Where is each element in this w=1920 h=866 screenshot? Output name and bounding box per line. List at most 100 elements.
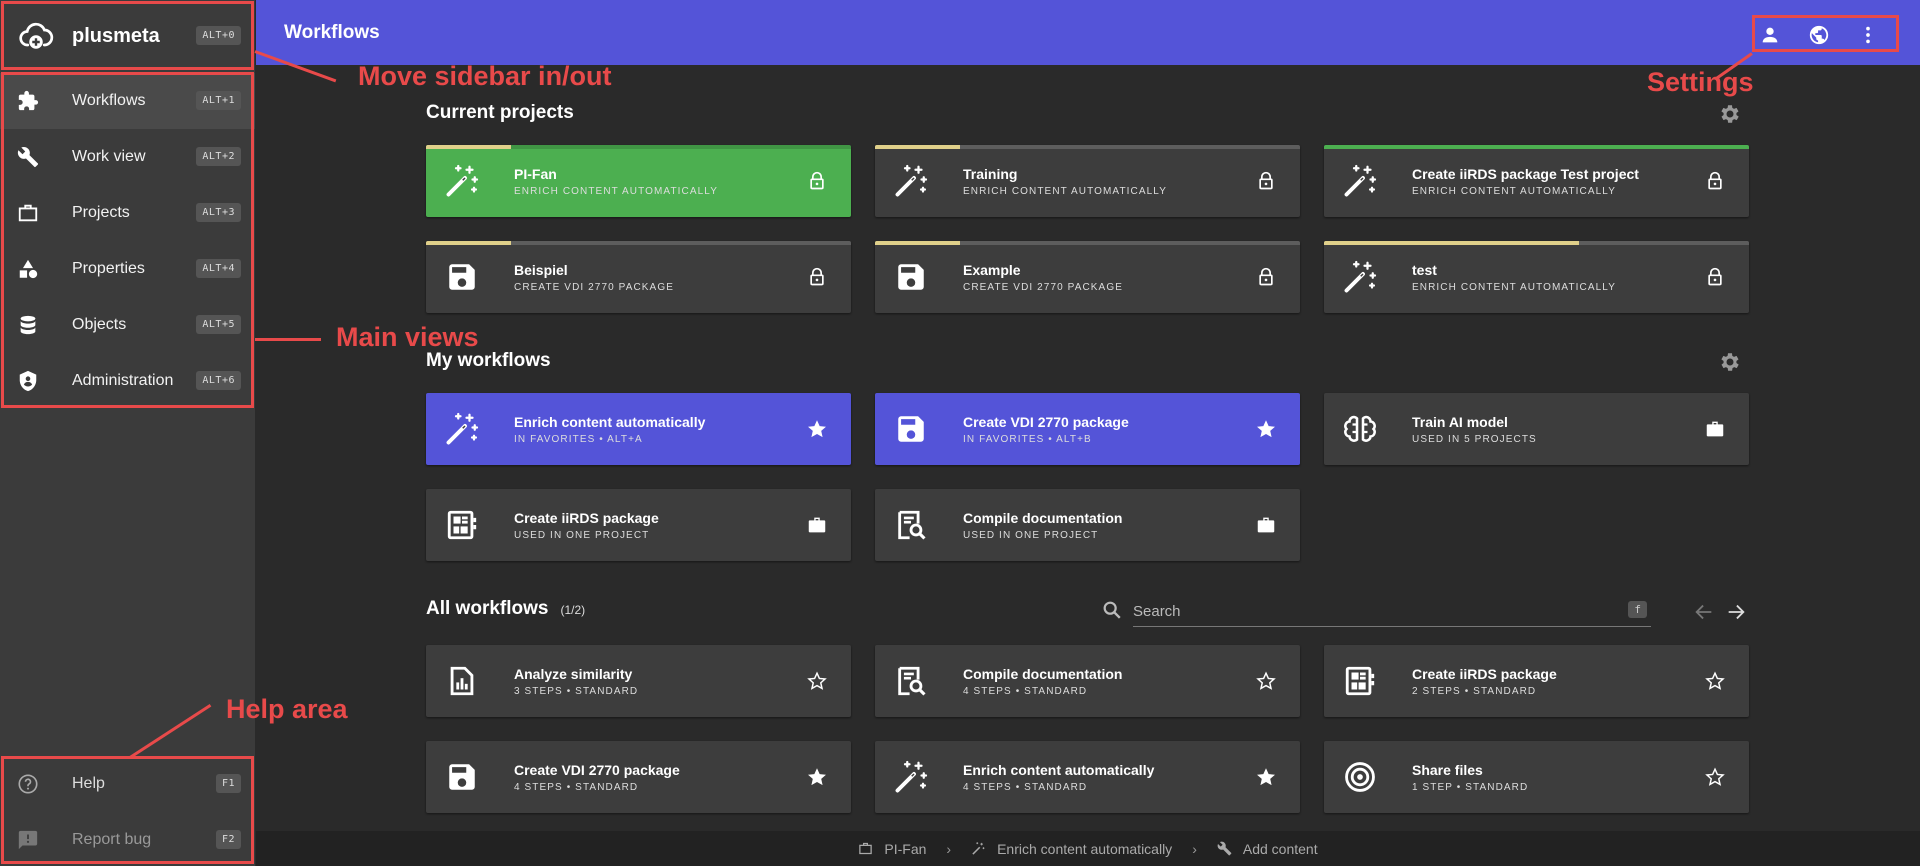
workflow-card[interactable]: Beispiel CREATE VDI 2770 PACKAGE: [426, 241, 851, 313]
page-title: Workflows: [284, 22, 380, 43]
star-outline-icon[interactable]: [1703, 669, 1727, 693]
workflow-card[interactable]: Share files 1 STEP • STANDARD: [1324, 741, 1749, 813]
gear-icon[interactable]: [1718, 102, 1742, 126]
globe-icon[interactable]: [1806, 22, 1832, 48]
briefcase-filled-icon[interactable]: [1703, 417, 1727, 441]
cloud-plus-icon: [19, 22, 54, 49]
sidebar-toggle[interactable]: plusmeta ALT+0: [0, 0, 255, 72]
arrow-left-icon[interactable]: [1691, 599, 1717, 625]
workflow-card[interactable]: Train AI model USED IN 5 PROJECTS: [1324, 393, 1749, 465]
star-filled-icon[interactable]: [1254, 417, 1278, 441]
sidebar-item-label: Work view: [72, 148, 146, 165]
workflow-card[interactable]: Analyze similarity 3 STEPS • STANDARD: [426, 645, 851, 717]
card-subtitle: CREATE VDI 2770 PACKAGE: [514, 282, 674, 293]
workflow-card[interactable]: Training ENRICH CONTENT AUTOMATICALLY: [875, 145, 1300, 217]
card-subtitle: USED IN 5 PROJECTS: [1412, 434, 1537, 445]
progress-fill: [426, 241, 511, 245]
sidebar-item-label: Properties: [72, 260, 145, 277]
card-subtitle: 1 STEP • STANDARD: [1412, 782, 1529, 793]
sidebar-item-workflows[interactable]: Workflows ALT+1: [0, 73, 255, 129]
magic-wand-icon: [1340, 161, 1380, 201]
star-outline-icon[interactable]: [805, 669, 829, 693]
arrow-right-icon[interactable]: [1723, 599, 1749, 625]
card-title: Enrich content automatically: [963, 762, 1155, 778]
breadcrumb-label: Add content: [1242, 840, 1318, 857]
workflow-card[interactable]: Create iiRDS package 2 STEPS • STANDARD: [1324, 645, 1749, 717]
package-icon: [1340, 661, 1380, 701]
lock-icon: [1703, 169, 1727, 193]
card-title: Analyze similarity: [514, 666, 633, 682]
workflow-card[interactable]: Enrich content automatically 4 STEPS • ST…: [875, 741, 1300, 813]
sidebar-item-properties[interactable]: Properties ALT+4: [0, 241, 255, 297]
search-shortcut-badge: f: [1628, 601, 1647, 618]
workflow-card[interactable]: Example CREATE VDI 2770 PACKAGE: [875, 241, 1300, 313]
shortcut-badge: ALT+0: [196, 26, 241, 45]
account-icon[interactable]: [1757, 22, 1783, 48]
brain-icon: [1340, 409, 1380, 449]
sidebar-item-help[interactable]: Help F1: [0, 756, 255, 812]
shortcut-badge: ALT+5: [196, 315, 241, 334]
breadcrumb-item-step[interactable]: Add content: [1217, 841, 1318, 857]
workflow-card[interactable]: Create iiRDS package USED IN ONE PROJECT: [426, 489, 851, 561]
breadcrumb-item-project[interactable]: PI-Fan: [858, 841, 926, 857]
sidebar-item-administration[interactable]: Administration ALT+6: [0, 353, 255, 409]
main-nav: Workflows ALT+1 Work view ALT+2 Projects…: [0, 73, 255, 409]
star-filled-icon[interactable]: [805, 417, 829, 441]
gear-icon[interactable]: [1718, 350, 1742, 374]
breadcrumb-label: Enrich content automatically: [997, 840, 1173, 857]
card-title: Training: [963, 166, 1018, 182]
shortcut-badge: F2: [215, 830, 241, 849]
sidebar-item-objects[interactable]: Objects ALT+5: [0, 297, 255, 353]
card-title: Create iiRDS package Test project: [1412, 166, 1639, 182]
sidebar: plusmeta ALT+0 Workflows ALT+1 Work view…: [0, 0, 255, 866]
briefcase-filled-icon[interactable]: [805, 513, 829, 537]
search-input[interactable]: [1133, 597, 1651, 627]
more-vert-icon[interactable]: [1855, 22, 1881, 48]
progress-fill: [875, 145, 960, 149]
workflow-card[interactable]: Create VDI 2770 package 4 STEPS • STANDAR…: [426, 741, 851, 813]
workflow-card[interactable]: Compile documentation 4 STEPS • STANDARD: [875, 645, 1300, 717]
progress-fill: [1324, 241, 1579, 245]
lock-icon: [805, 265, 829, 289]
shield-icon: [16, 369, 40, 393]
star-outline-icon[interactable]: [1703, 765, 1727, 789]
progress-bar: [426, 241, 851, 245]
sidebar-item-work-view[interactable]: Work view ALT+2: [0, 129, 255, 185]
workflow-card[interactable]: Create iiRDS package Test project ENRICH …: [1324, 145, 1749, 217]
workflow-search: f: [1101, 597, 1651, 627]
help-area: Help F1 Report bug F2: [0, 756, 255, 866]
breadcrumb-item-workflow[interactable]: Enrich content automatically: [971, 841, 1172, 857]
workflow-card[interactable]: Create VDI 2770 package IN FAVORITES • AL…: [875, 393, 1300, 465]
progress-bar: [1324, 241, 1749, 245]
progress-fill: [426, 145, 511, 149]
briefcase-icon: [858, 841, 874, 857]
progress-bar: [875, 241, 1300, 245]
card-subtitle: 4 STEPS • STANDARD: [963, 686, 1088, 697]
save-icon: [442, 757, 482, 797]
save-icon: [442, 257, 482, 297]
workflow-card[interactable]: Compile documentation USED IN ONE PROJECT: [875, 489, 1300, 561]
card-title: Train AI model: [1412, 414, 1508, 430]
sidebar-item-label: Administration: [72, 372, 174, 389]
shortcut-badge: ALT+2: [196, 147, 241, 166]
lock-icon: [1254, 265, 1278, 289]
star-filled-icon[interactable]: [805, 765, 829, 789]
card-subtitle: ENRICH CONTENT AUTOMATICALLY: [1412, 282, 1616, 293]
doc-search-icon: [891, 661, 931, 701]
workflow-card[interactable]: test ENRICH CONTENT AUTOMATICALLY: [1324, 241, 1749, 313]
star-outline-icon[interactable]: [1254, 669, 1278, 693]
card-subtitle: IN FAVORITES • ALT+A: [514, 434, 643, 445]
sidebar-item-projects[interactable]: Projects ALT+3: [0, 185, 255, 241]
workflow-card[interactable]: Enrich content automatically IN FAVORITES…: [426, 393, 851, 465]
workflow-card[interactable]: PI-Fan ENRICH CONTENT AUTOMATICALLY: [426, 145, 851, 217]
card-title: PI-Fan: [514, 166, 557, 182]
card-title: Compile documentation: [963, 510, 1123, 526]
sidebar-item-label: Projects: [72, 204, 130, 221]
card-subtitle: USED IN ONE PROJECT: [514, 530, 650, 541]
star-filled-icon[interactable]: [1254, 765, 1278, 789]
card-subtitle: CREATE VDI 2770 PACKAGE: [963, 282, 1123, 293]
sidebar-item-label: Workflows: [72, 92, 146, 109]
sidebar-item-label: Help: [72, 775, 105, 792]
briefcase-filled-icon[interactable]: [1254, 513, 1278, 537]
sidebar-item-report-bug[interactable]: Report bug F2: [0, 812, 255, 866]
